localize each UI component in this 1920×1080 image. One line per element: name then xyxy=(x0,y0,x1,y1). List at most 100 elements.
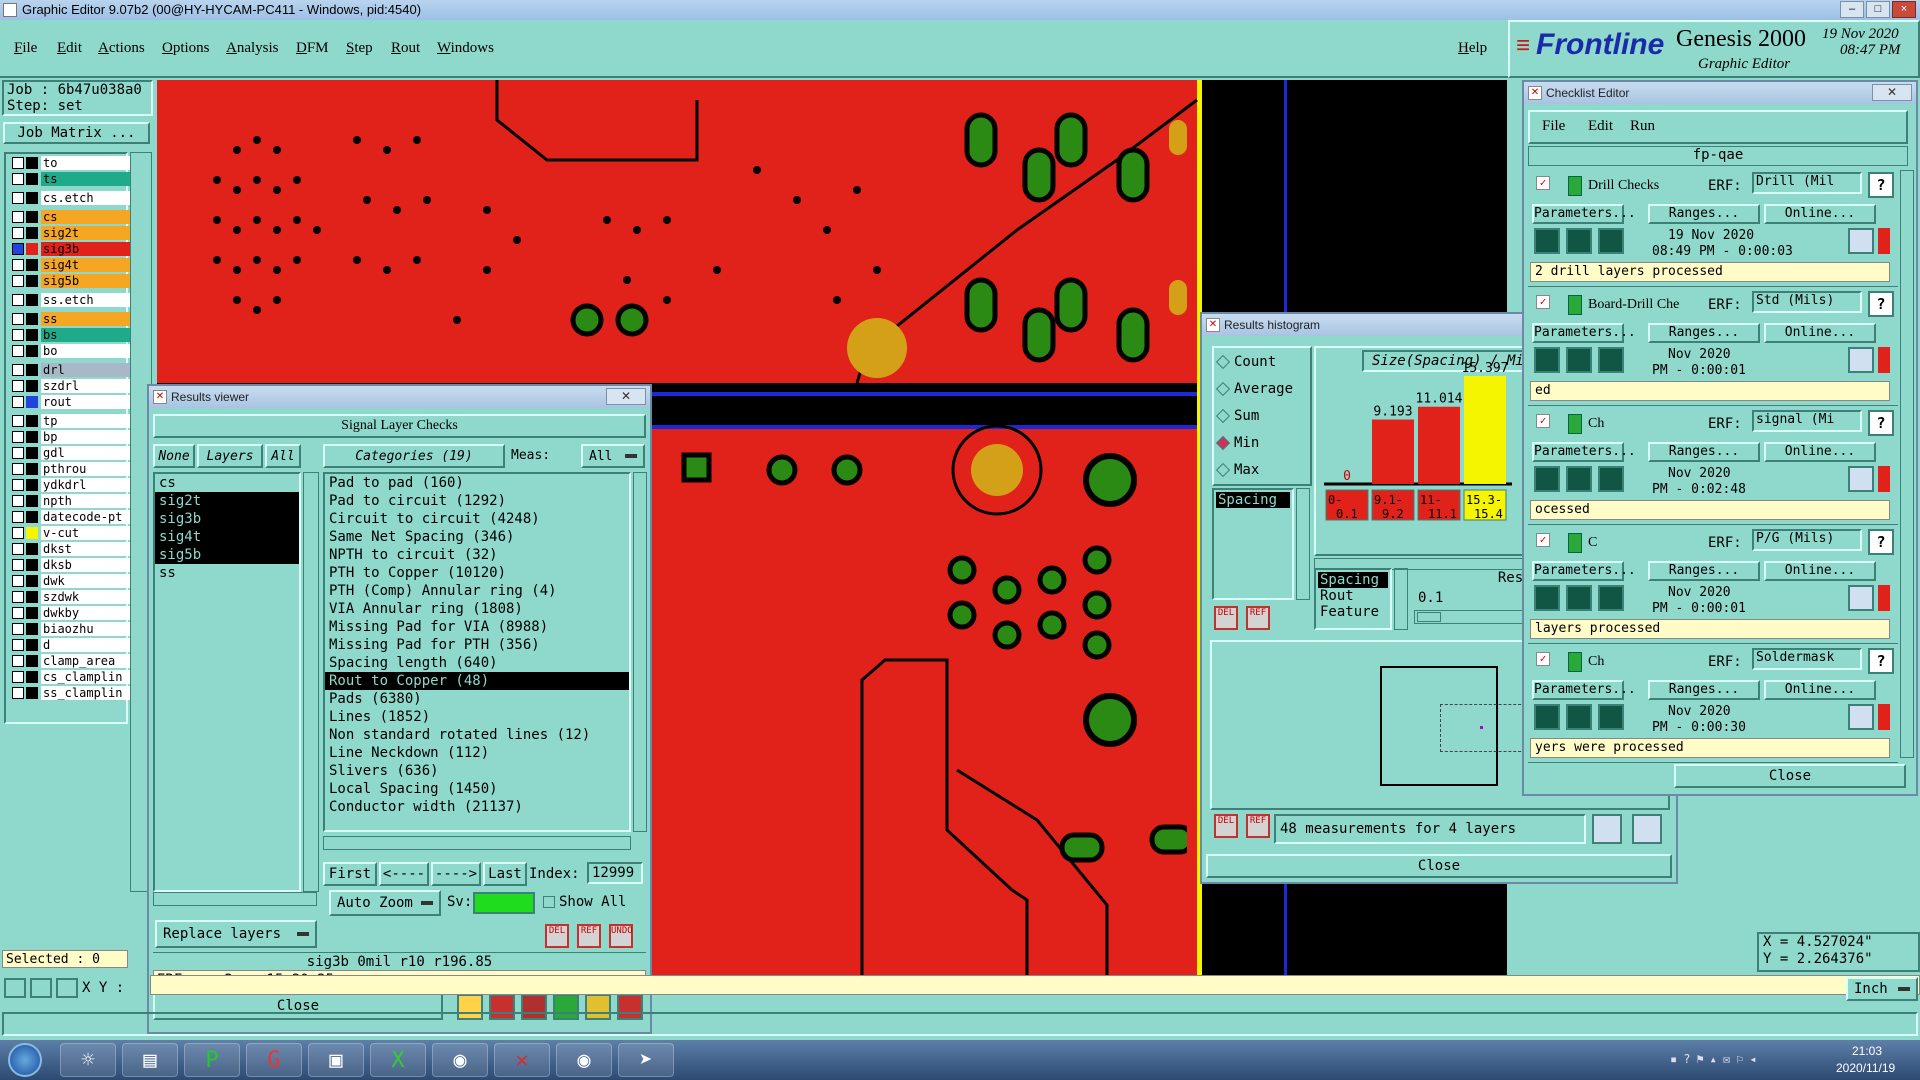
layer-name[interactable]: dksb xyxy=(41,558,130,572)
window-controls[interactable]: – □ × xyxy=(1840,1,1916,18)
layer-name[interactable]: ts xyxy=(41,172,130,186)
layer-row[interactable]: bs xyxy=(12,328,130,342)
layer-name[interactable]: cs_clamplin xyxy=(41,670,130,684)
run-action-icon[interactable] xyxy=(1534,585,1560,611)
layer-checkbox[interactable] xyxy=(12,211,24,223)
del-button[interactable]: DEL xyxy=(545,924,569,948)
layer-name[interactable]: cs xyxy=(41,210,130,224)
layer-row[interactable]: cs.etch xyxy=(12,191,130,205)
help-button[interactable]: ? xyxy=(1868,529,1894,555)
run-action-icon[interactable] xyxy=(1598,228,1624,254)
layer-color-swatch[interactable] xyxy=(26,687,38,699)
layer-checkbox[interactable] xyxy=(12,559,24,571)
category-item[interactable]: Pads (6380) xyxy=(325,690,629,708)
layer-name[interactable]: szdrl xyxy=(41,379,130,393)
checklist-menu-edit[interactable]: Edit xyxy=(1588,118,1613,135)
none-button[interactable]: None xyxy=(153,444,195,468)
category-item[interactable]: Same Net Spacing (346) xyxy=(325,528,629,546)
menu-step[interactable]: Step xyxy=(346,40,373,57)
layer-color-swatch[interactable] xyxy=(26,259,38,271)
taskbar-app-7-icon[interactable]: ◉ xyxy=(432,1043,488,1077)
layer-color-swatch[interactable] xyxy=(26,211,38,223)
parameters-button[interactable]: Parameters... xyxy=(1532,323,1636,343)
layer-color-swatch[interactable] xyxy=(26,575,38,587)
layer-color-swatch[interactable] xyxy=(26,294,38,306)
category-item[interactable]: Slivers (636) xyxy=(325,762,629,780)
taskbar-app-4-icon[interactable]: G xyxy=(246,1043,302,1077)
categories-button[interactable]: Categories (19) xyxy=(323,444,505,468)
run-action-icon[interactable] xyxy=(1566,704,1592,730)
layer-color-swatch[interactable] xyxy=(26,543,38,555)
ranges-button[interactable]: Ranges... xyxy=(1648,680,1760,700)
layer-checkbox[interactable] xyxy=(12,479,24,491)
taskbar-app-8-icon[interactable]: ✕ xyxy=(494,1043,550,1077)
layer-name[interactable]: pthrou xyxy=(41,462,130,476)
layer-color-swatch[interactable] xyxy=(26,495,38,507)
aggregate-radio[interactable]: Sum xyxy=(1215,408,1259,424)
result-layer-item[interactable]: sig3b xyxy=(155,510,299,528)
menu-edit[interactable]: Edit xyxy=(57,40,82,57)
layer-name[interactable]: d xyxy=(41,638,130,652)
layer-row[interactable]: tp xyxy=(12,414,130,428)
run-action-icon[interactable] xyxy=(1598,585,1624,611)
layer-name[interactable]: sig4t xyxy=(41,258,130,272)
show-all-checkbox[interactable] xyxy=(543,896,555,908)
layer-checkbox[interactable] xyxy=(12,415,24,427)
layer-row[interactable]: bp xyxy=(12,430,130,444)
category-item[interactable]: Rout to Copper (48) xyxy=(325,672,629,690)
layer-row[interactable]: sig2t xyxy=(12,226,130,240)
replace-layers-dropdown[interactable]: Replace layers xyxy=(155,920,317,948)
layer-row[interactable]: sig3b xyxy=(12,242,130,256)
menu-rout[interactable]: Rout xyxy=(391,40,420,57)
command-line[interactable] xyxy=(150,975,1920,995)
category-item[interactable]: Conductor width (21137) xyxy=(325,798,629,816)
online-button[interactable]: Online... xyxy=(1764,680,1876,700)
layer-name[interactable]: drl xyxy=(41,363,130,377)
ranges-button[interactable]: Ranges... xyxy=(1648,323,1760,343)
layer-name[interactable]: clamp_area xyxy=(41,654,130,668)
layer-row[interactable]: cs_clamplin xyxy=(12,670,130,684)
layer-checkbox[interactable] xyxy=(12,173,24,185)
layer-checkbox[interactable] xyxy=(12,227,24,239)
result-layer-item[interactable]: sig5b xyxy=(155,546,299,564)
layer-name[interactable]: bo xyxy=(41,344,130,358)
run-action-icon[interactable] xyxy=(1566,347,1592,373)
online-button[interactable]: Online... xyxy=(1764,323,1876,343)
layer-name[interactable]: ydkdrl xyxy=(41,478,130,492)
layer-checkbox[interactable] xyxy=(12,313,24,325)
preview-del-button[interactable]: DEL xyxy=(1214,814,1238,838)
layer-checkbox[interactable] xyxy=(12,259,24,271)
layer-checkbox[interactable] xyxy=(12,591,24,603)
close-icon[interactable]: ✕ xyxy=(1872,84,1912,101)
radio-indicator[interactable] xyxy=(1215,462,1231,478)
layer-row[interactable]: drl xyxy=(12,363,130,377)
result-layer-item[interactable]: sig4t xyxy=(155,528,299,546)
layer-color-swatch[interactable] xyxy=(26,173,38,185)
layer-row[interactable]: ss_clamplin xyxy=(12,686,130,700)
layer-row[interactable]: dwkby xyxy=(12,606,130,620)
run-action-icon[interactable] xyxy=(1534,228,1560,254)
online-button[interactable]: Online... xyxy=(1764,442,1876,462)
layer-name[interactable]: dwkby xyxy=(41,606,130,620)
layer-checkbox[interactable] xyxy=(12,607,24,619)
attr-feature[interactable]: Feature xyxy=(1318,604,1388,620)
zoom-results-icon[interactable] xyxy=(1848,347,1874,373)
layer-row[interactable]: ss xyxy=(12,312,130,326)
preview-ref-button[interactable]: REF xyxy=(1246,814,1270,838)
layer-color-swatch[interactable] xyxy=(26,345,38,357)
category-item[interactable]: Missing Pad for PTH (356) xyxy=(325,636,629,654)
layer-color-swatch[interactable] xyxy=(26,396,38,408)
layer-name[interactable]: to xyxy=(41,156,130,170)
parameters-button[interactable]: Parameters... xyxy=(1532,561,1636,581)
erf-value[interactable]: Std (Mils) xyxy=(1752,291,1862,313)
category-item[interactable]: PTH (Comp) Annular ring (4) xyxy=(325,582,629,600)
layer-row[interactable]: bo xyxy=(12,344,130,358)
layer-name[interactable]: v-cut xyxy=(41,526,130,540)
prev-button[interactable]: <---- xyxy=(379,862,429,886)
layer-color-swatch[interactable] xyxy=(26,559,38,571)
layer-name[interactable]: tp xyxy=(41,414,130,428)
attr-rout[interactable]: Rout xyxy=(1318,588,1388,604)
run-action-icon[interactable] xyxy=(1566,228,1592,254)
radio-indicator[interactable] xyxy=(1215,408,1231,424)
layer-checkbox[interactable] xyxy=(12,345,24,357)
